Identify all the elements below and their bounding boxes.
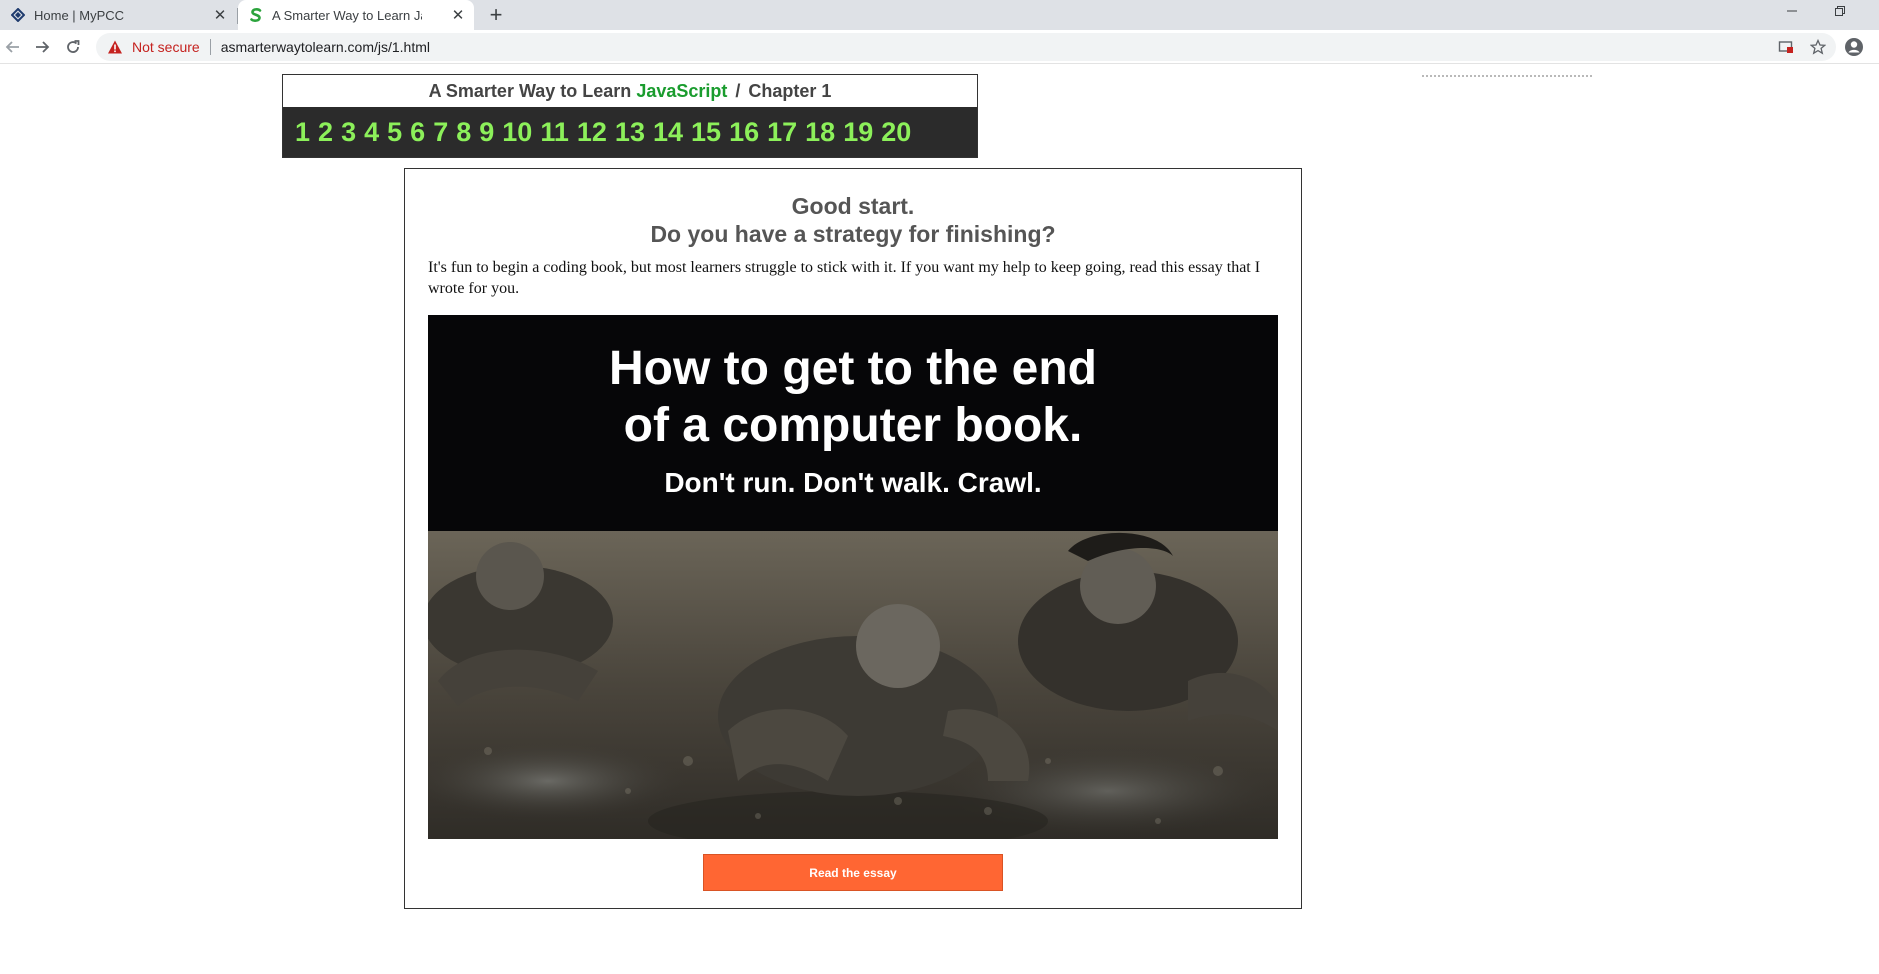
url-text[interactable]: asmarterwaytolearn.com/js/1.html [221,39,430,55]
minimize-icon[interactable] [1770,0,1814,22]
chapter-link-1[interactable]: 1 [295,117,310,148]
title-prefix: A Smarter Way to Learn [428,80,632,101]
banner-tagline: Don't run. Don't walk. Crawl. [664,467,1042,498]
chapter-link-14[interactable]: 14 [653,117,683,148]
forward-arrow-icon[interactable] [29,34,55,60]
profile-avatar-icon[interactable] [1841,34,1867,60]
essay-banner-image[interactable]: How to get to the end of a computer book… [428,315,1278,839]
promo-intro: It's fun to begin a coding book, but mos… [428,259,1261,297]
chapter-link-9[interactable]: 9 [479,117,494,148]
book-title: A Smarter Way to Learn JavaScript / Chap… [283,75,977,107]
mud-crawl-photo [428,531,1278,839]
dotted-rule [1422,75,1592,77]
close-tab-icon[interactable]: ✕ [450,7,466,24]
back-arrow-icon[interactable] [0,34,26,60]
title-subject: JavaScript [636,80,728,101]
chapter-link-13[interactable]: 13 [615,117,645,148]
chapter-link-7[interactable]: 7 [433,117,448,148]
banner-line-2: of a computer book. [623,399,1083,452]
chapter-link-6[interactable]: 6 [410,117,425,148]
tab-title: A Smarter Way to Learn JavaScrip [272,7,422,23]
close-tab-icon[interactable]: ✕ [212,7,228,24]
mypcc-diamond-icon [10,7,26,23]
chapter-link-15[interactable]: 15 [691,117,721,148]
chapter-link-5[interactable]: 5 [387,117,402,148]
browser-toolbar: Not secure asmarterwaytolearn.com/js/1.h… [0,30,1879,64]
browser-tab-strip: Home | MyPCC ✕ A Smarter Way to Learn Ja… [0,0,1879,30]
title-separator: / [735,80,741,101]
chapter-link-4[interactable]: 4 [364,117,379,148]
read-essay-button[interactable]: Read the essay [703,854,1003,891]
warning-triangle-icon[interactable] [106,38,124,56]
promo-heading-secondary: Do you have a strategy for finishing? [650,221,1056,247]
promo-heading-primary: Good start. [791,193,915,219]
chapter-link-19[interactable]: 19 [843,117,873,148]
reload-icon[interactable] [60,34,86,60]
restore-icon[interactable] [1818,0,1862,22]
chapter-link-10[interactable]: 10 [502,117,532,148]
tab-title: Home | MyPCC [34,7,125,23]
banner-line-1: How to get to the end [609,342,1097,395]
chapter-link-17[interactable]: 17 [767,117,797,148]
bookmark-star-icon[interactable] [1804,33,1832,61]
chapter-link-20[interactable]: 20 [881,117,911,148]
security-status[interactable]: Not secure [132,39,200,55]
chapter-navigation: 1 2 3 4 5 6 7 8 9 10 11 12 13 14 15 16 17 18 19 20 [283,107,977,157]
address-divider [209,39,211,55]
chapter-link-8[interactable]: 8 [456,117,471,148]
site-s-icon [248,7,264,23]
chapter-link-11[interactable]: 11 [540,117,569,148]
cast-icon[interactable] [1772,33,1800,61]
page-content: A Smarter Way to Learn JavaScript / Chap… [0,65,1879,974]
chapter-link-16[interactable]: 16 [729,117,759,148]
tab-home-mypcc[interactable]: Home | MyPCC ✕ [0,0,236,30]
chapter-link-18[interactable]: 18 [805,117,835,148]
new-tab-plus-icon[interactable]: + [484,2,508,27]
chapter-label: Chapter 1 [748,80,832,101]
book-header: A Smarter Way to Learn JavaScript / Chap… [282,74,978,158]
tab-smarter-way-js[interactable]: A Smarter Way to Learn JavaScrip ✕ [238,0,474,30]
chapter-link-3[interactable]: 3 [341,117,356,148]
promo-panel: Good start. Do you have a strategy for f… [404,168,1302,909]
address-bar[interactable]: Not secure asmarterwaytolearn.com/js/1.h… [96,33,1836,61]
chapter-link-2[interactable]: 2 [318,117,333,148]
chapter-link-12[interactable]: 12 [577,117,607,148]
